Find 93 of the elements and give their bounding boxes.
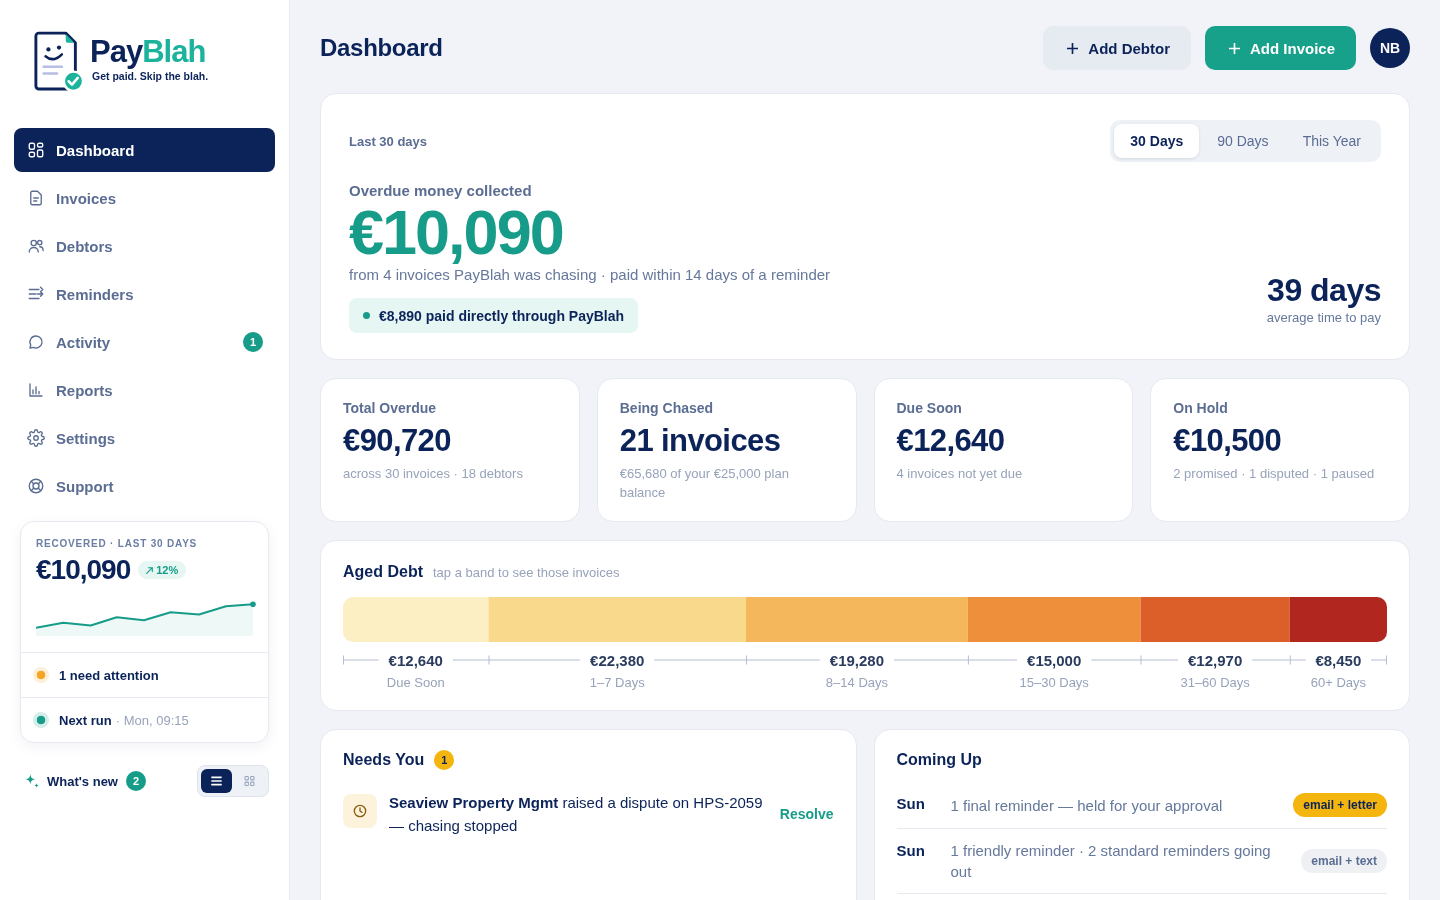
status-detail: · Mon, 09:15 — [115, 712, 189, 728]
debt-band[interactable] — [488, 597, 746, 642]
card-title: Needs You — [343, 751, 425, 769]
people-icon — [27, 237, 45, 255]
gear-icon — [27, 429, 45, 447]
avatar[interactable]: NB — [1370, 28, 1410, 68]
band-label: Due Soon — [386, 674, 445, 690]
add-invoice-button[interactable]: Add Invoice — [1205, 26, 1356, 70]
headline-label: Overdue money collected — [349, 182, 533, 200]
nav-item[interactable]: Invoices — [14, 176, 275, 220]
band-label: 60+ Days — [1310, 674, 1367, 690]
recovered-label: RECOVERED · LAST 30 DAYS — [36, 537, 199, 551]
schedule-day: Sun — [896, 840, 951, 861]
channel-tag: email + letter — [1293, 793, 1387, 817]
band-label: 31–60 Days — [1180, 674, 1250, 690]
nav-item[interactable]: Dashboard — [14, 128, 275, 172]
stat-detail: 2 promised · 1 disputed · 1 paused — [1173, 465, 1376, 483]
stat-label: On Hold — [1173, 400, 1229, 416]
clock-icon — [343, 794, 377, 828]
whats-new-link[interactable]: What's new — [25, 773, 118, 789]
add-debtor-button[interactable]: Add Debtor — [1043, 26, 1191, 70]
band-label: 15–30 Days — [1019, 674, 1089, 690]
stat-detail: 4 invoices not yet due — [896, 465, 1024, 483]
nav-item[interactable]: Support — [14, 464, 275, 508]
debt-band[interactable] — [1289, 597, 1387, 642]
band-amount: €12,970 — [1188, 651, 1243, 669]
direct-payment-pill: €8,890 paid directly through PayBlah — [349, 298, 639, 333]
average-label: average time to pay — [1266, 310, 1381, 325]
bar-chart-icon — [27, 381, 45, 399]
period-label: Last 30 days — [349, 133, 428, 149]
logo-tagline: Get paid. Skip the blah. — [92, 70, 209, 83]
band-amount: €8,450 — [1315, 651, 1362, 669]
count-badge: 1 — [434, 750, 455, 770]
stat-label: Being Chased — [619, 400, 715, 416]
trend-arrow-icon — [146, 566, 154, 574]
lifebuoy-icon — [27, 477, 45, 495]
sparkle-icon — [25, 774, 39, 788]
debt-band[interactable] — [343, 597, 489, 642]
stat-label: Due Soon — [896, 400, 963, 416]
band-amount: €12,640 — [388, 651, 443, 669]
count-badge: 2 — [126, 771, 146, 791]
stat-detail: across 30 invoices · 18 debtors — [343, 465, 524, 483]
band-label: 1–7 Days — [589, 674, 645, 690]
document-face-logo-icon — [33, 30, 85, 94]
list-view-button[interactable] — [201, 769, 232, 793]
nav-item[interactable]: Settings — [14, 416, 275, 460]
nav-item[interactable]: Debtors — [14, 224, 275, 268]
list-icon — [211, 776, 222, 786]
band-amount: €22,380 — [590, 651, 645, 669]
average-days: 39 days — [1266, 272, 1381, 308]
period-tab[interactable]: This Year — [1286, 124, 1377, 158]
status-text: 1 need attention — [59, 667, 159, 683]
nav-item[interactable]: Reminders — [14, 272, 275, 316]
count-badge: 1 — [243, 332, 263, 352]
stat-value: €90,720 — [343, 423, 452, 459]
schedule-text: 1 final reminder — held for your approval — [950, 795, 1224, 816]
nav-item[interactable]: Activity 1 — [14, 320, 275, 364]
nav-item[interactable]: Reports — [14, 368, 275, 412]
grid-icon — [244, 776, 255, 786]
dot-icon — [363, 312, 370, 319]
debt-band[interactable] — [746, 597, 968, 642]
chat-bubble-icon — [27, 333, 45, 351]
card-title: Aged Debt — [343, 562, 423, 582]
plus-icon — [1229, 42, 1240, 54]
schedule-day: Sun — [896, 793, 951, 814]
card-hint: tap a band to see those invoices — [433, 564, 620, 582]
channel-tag: email + text — [1301, 849, 1387, 873]
band-label: 8–14 Days — [825, 674, 888, 690]
status-text: Next run — [59, 712, 112, 728]
band-amount: €15,000 — [1027, 651, 1082, 669]
grid-icon — [27, 141, 45, 159]
band-amount: €19,280 — [829, 651, 885, 669]
stat-value: 21 invoices — [619, 423, 782, 459]
document-icon — [27, 189, 45, 207]
debt-band[interactable] — [967, 597, 1141, 642]
recovered-amount: €10,090 — [36, 553, 131, 587]
stat-detail: €65,680 of your €25,000 plan balance — [619, 465, 790, 502]
collected-detail: from 4 invoices PayBlah was chasing · paid within 14 days of a reminder — [349, 265, 831, 285]
period-tab[interactable]: 30 Days — [1114, 124, 1200, 158]
logo-wordmark: PayBlah — [90, 35, 207, 69]
alert-text: Seaview Property Mgmt raised a dispute on HPS-2059 — chasing stopped — [389, 793, 764, 836]
stat-value: €12,640 — [896, 423, 1006, 459]
stat-value: €10,500 — [1173, 423, 1283, 459]
period-tab[interactable]: 90 Days — [1201, 124, 1285, 158]
card-title: Coming Up — [896, 751, 982, 769]
collected-amount: €10,090 — [349, 201, 564, 263]
plus-icon — [1067, 42, 1079, 54]
resolve-link[interactable]: Resolve — [779, 806, 834, 822]
schedule-text: 1 friendly reminder · 2 standard reminders going out — [950, 841, 1272, 882]
change-pill: 12% — [138, 561, 187, 579]
debt-band[interactable] — [1140, 597, 1290, 642]
page-title: Dashboard — [320, 34, 443, 62]
stat-label: Total Overdue — [343, 400, 438, 416]
